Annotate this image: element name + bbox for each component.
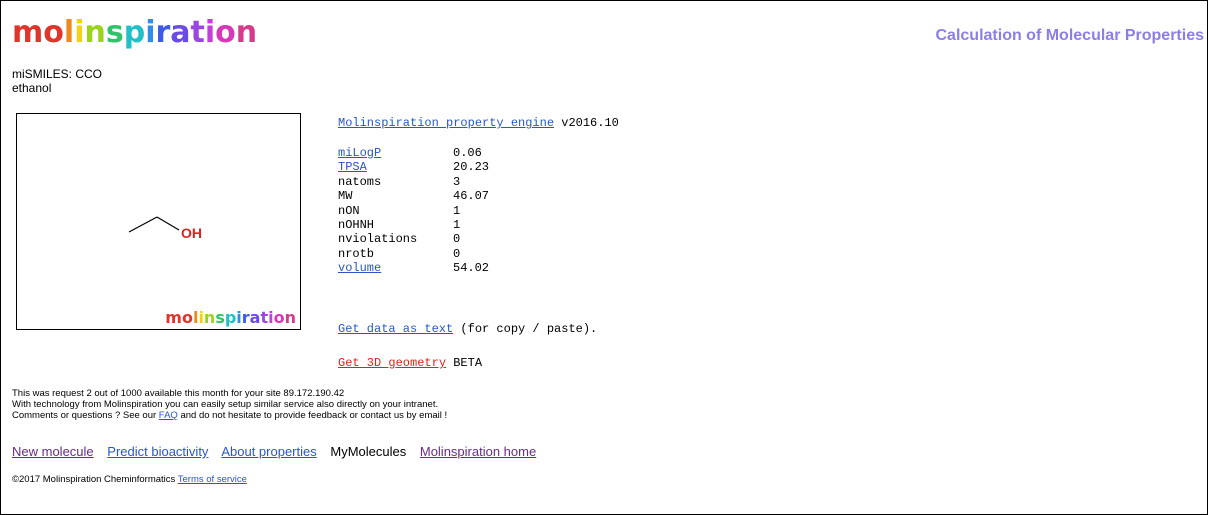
watermark-letter: p [224,308,237,327]
logo-letter: i [204,15,216,50]
property-name-nohnh: nOHNH [338,217,375,232]
property-name-volume[interactable]: volume [338,261,453,275]
logo-letter: m [12,15,44,50]
get-data-as-text-link[interactable]: Get data as text [338,322,453,336]
property-engine-link[interactable]: Molinspiration property engine [338,116,554,130]
comments-line: Comments or questions ? See our FAQ and … [12,409,448,421]
property-value-milogp: 0.06 [453,146,482,160]
property-row: MW 46.07 [338,189,489,203]
engine-version: v2016.10 [561,116,619,130]
info-text: This was request 2 out of 1000 available… [12,388,448,421]
molinspiration-watermark: molinspiration [165,309,296,327]
mymolecules-label: MyMolecules [330,444,407,459]
property-value-natoms: 3 [453,174,461,189]
logo-letter: p [123,15,146,50]
property-name-nrotb: nrotb [338,246,375,261]
page-title: Calculation of Molecular Properties [935,27,1205,44]
data-as-text-suffix: (for copy / paste). [453,322,598,336]
logo-letter: l [63,15,75,50]
watermark-letter: m [165,308,182,327]
beta-label: BETA [446,356,483,370]
copyright: ©2017 Molinspiration Cheminformatics Ter… [12,474,247,485]
atom-label-oh: OH [181,225,202,241]
logo-letter: t [190,15,205,50]
watermark-letter: r [241,308,250,327]
3d-geometry-line: Get 3D geometry BETA [338,356,482,370]
watermark-letter: o [273,308,285,327]
property-name-milogp[interactable]: miLogP [338,146,453,160]
properties-table: miLogP 0.06 TPSA 20.23 natoms 3 MW 46.07 nON 1 nOH… [338,146,489,276]
property-value-non: 1 [453,203,461,218]
watermark-letter: o [181,308,193,327]
property-row: miLogP 0.06 [338,146,489,160]
get-3d-geometry-link[interactable]: Get 3D geometry [338,356,446,370]
logo-letter: a [170,15,191,50]
property-row: volume 54.02 [338,261,489,275]
footer-nav: New molecule Predict bioactivity About p… [12,444,546,459]
bond-c1-c2 [128,216,158,233]
molecule-name: ethanol [12,81,52,95]
logo-letter: i [74,15,85,50]
property-name-nviolations: nviolations [338,232,418,247]
watermark-letter: a [249,308,261,327]
terms-of-service-link[interactable]: Terms of service [178,474,247,485]
logo-letter: o [43,15,64,50]
bond-c2-o [156,216,180,231]
molinspiration-home-link[interactable]: Molinspiration home [420,444,536,459]
watermark-letter: t [260,308,269,327]
ethanol-structure-drawing: OH [128,216,202,241]
property-row: nON 1 [338,204,489,218]
property-row: natoms 3 [338,175,489,189]
property-value-nviolations: 0 [453,232,461,247]
watermark-letter: n [203,308,216,327]
property-row: nrotb 0 [338,247,489,261]
property-value-nrotb: 0 [453,246,461,261]
property-name-tpsa[interactable]: TPSA [338,160,453,174]
logo-letter: o [215,15,236,50]
property-name-natoms: natoms [338,174,382,189]
data-as-text-line: Get data as text (for copy / paste). [338,322,597,336]
logo-letter: s [105,15,124,50]
logo-letter: n [84,15,106,50]
logo-letter: i [145,15,156,50]
property-value-nohnh: 1 [453,217,461,232]
faq-link[interactable]: FAQ [159,410,178,421]
predict-bioactivity-link[interactable]: Predict bioactivity [107,444,208,459]
property-name-non: nON [338,203,360,218]
logo-letter: r [155,15,171,50]
property-row: TPSA 20.23 [338,160,489,174]
smiles-line: miSMILES: CCO [12,67,103,81]
molecule-structure-image: OH molinspiration [16,113,301,330]
property-value-volume: 54.02 [453,261,490,276]
property-row: nOHNH 1 [338,218,489,232]
molinspiration-logo[interactable]: molinspiration [12,18,257,48]
molecule-info: miSMILES: CCO ethanol [12,67,102,95]
engine-line: Molinspiration property engine v2016.10 [338,116,619,130]
property-value-mw: 46.07 [453,189,490,204]
property-name-mw: MW [338,189,353,204]
new-molecule-link[interactable]: New molecule [12,444,94,459]
about-properties-link[interactable]: About properties [221,444,316,459]
property-row: nviolations 0 [338,232,489,246]
watermark-letter: s [215,308,225,327]
logo-letter: n [235,15,258,50]
property-value-tpsa: 20.23 [453,160,490,175]
copyright-text: ©2017 Molinspiration Cheminformatics [12,474,178,485]
watermark-letter: n [284,308,296,327]
